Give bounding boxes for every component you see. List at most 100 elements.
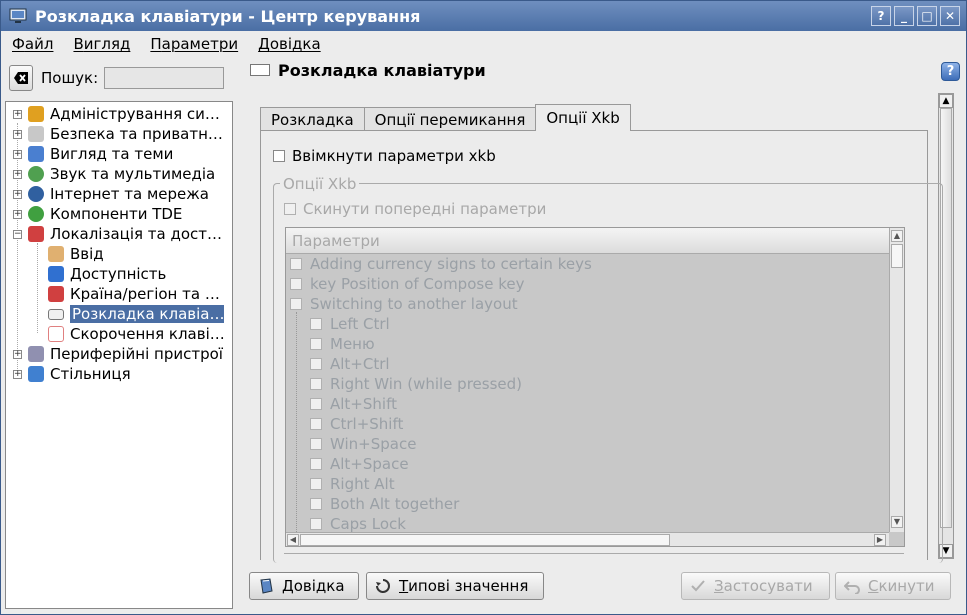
tree-item-localization[interactable]: − Локалізація та дост… xyxy=(13,224,222,244)
option-label: Right Alt xyxy=(330,475,395,493)
list-item[interactable]: Switching to another layout xyxy=(290,294,518,314)
list-item[interactable]: Adding currency signs to certain keys xyxy=(290,254,592,274)
help-window-button[interactable]: ? xyxy=(871,6,891,26)
title-bar[interactable]: Розкладка клавіатури - Центр керування ?… xyxy=(1,1,966,31)
collapse-icon[interactable]: − xyxy=(13,229,22,239)
defaults-button-label: Типові значення xyxy=(399,577,529,595)
list-item[interactable]: Alt+Ctrl xyxy=(310,354,390,374)
scroll-up-arrow[interactable]: ▲ xyxy=(891,230,903,242)
checkbox[interactable] xyxy=(290,298,302,310)
checkbox[interactable] xyxy=(310,398,322,410)
menu-settings[interactable]: Параметри xyxy=(139,35,247,53)
checkbox[interactable] xyxy=(310,458,322,470)
apply-button[interactable]: Застосувати xyxy=(681,572,830,600)
reset-button-label: Скинути xyxy=(868,577,935,595)
scroll-down-arrow[interactable]: ▼ xyxy=(891,516,903,528)
list-vertical-scrollbar[interactable]: ▲ ▼ xyxy=(889,228,904,532)
enable-xkb-checkbox[interactable]: Ввімкнути параметри xkb xyxy=(273,147,496,165)
undo-icon xyxy=(844,581,860,594)
scroll-right-arrow[interactable]: ▶ xyxy=(874,534,886,546)
tree-item-label: Адміністрування си… xyxy=(50,105,220,123)
checkbox[interactable] xyxy=(290,278,302,290)
option-label: Adding currency signs to certain keys xyxy=(310,255,592,273)
menu-help[interactable]: Довідка xyxy=(247,35,330,53)
reset-old-options-label: Скинути попередні параметри xyxy=(303,200,547,218)
tree-item-label: Стільниця xyxy=(50,365,131,383)
checkbox[interactable] xyxy=(310,518,322,530)
scroll-thumb[interactable] xyxy=(891,244,903,268)
expand-icon[interactable]: + xyxy=(13,189,22,199)
list-item[interactable]: Caps Lock xyxy=(310,514,406,534)
tree-item-keyboard-shortcuts[interactable]: Скорочення клаві… xyxy=(48,324,225,344)
clear-search-button[interactable] xyxy=(9,65,33,91)
checkbox[interactable] xyxy=(310,438,322,450)
scroll-up-arrow[interactable]: ▲ xyxy=(939,94,953,108)
expand-icon[interactable]: + xyxy=(13,129,22,139)
tab-xkb-options[interactable]: Опції Xkb xyxy=(535,104,631,131)
menu-file[interactable]: Файл xyxy=(1,35,62,53)
system-admin-icon xyxy=(28,106,44,122)
appearance-icon xyxy=(28,146,44,162)
tree-item-input[interactable]: Ввід xyxy=(48,244,104,264)
checkbox[interactable] xyxy=(310,418,322,430)
list-item[interactable]: Right Win (while pressed) xyxy=(310,374,522,394)
tree-item-country-region[interactable]: Країна/регіон та … xyxy=(48,284,220,304)
tree-item-peripherals[interactable]: + Периферійні пристрої xyxy=(13,344,223,364)
tree-item-internet[interactable]: + Інтернет та мережа xyxy=(13,184,209,204)
tree-guide-line xyxy=(37,243,38,333)
list-item[interactable]: Both Alt together xyxy=(310,494,459,514)
close-button[interactable]: ✕ xyxy=(940,6,960,26)
input-icon xyxy=(48,246,64,262)
scroll-thumb[interactable] xyxy=(300,534,670,546)
list-item[interactable]: Меню xyxy=(310,334,375,354)
minimize-button[interactable]: _ xyxy=(894,6,914,26)
reset-old-options-checkbox[interactable]: Скинути попередні параметри xyxy=(284,200,546,218)
list-item[interactable]: Ctrl+Shift xyxy=(310,414,403,434)
expand-icon[interactable]: + xyxy=(13,149,22,159)
expand-icon[interactable]: + xyxy=(13,369,22,379)
defaults-icon xyxy=(376,579,390,593)
help-icon[interactable]: ? xyxy=(941,62,960,81)
tree-item-accessibility[interactable]: Доступність xyxy=(48,264,166,284)
tree-item-sound[interactable]: + Звук та мультимедіа xyxy=(13,164,215,184)
tree-item-tde-components[interactable]: + Компоненти TDE xyxy=(13,204,182,224)
help-button[interactable]: Довідка xyxy=(249,572,359,600)
tree-item-appearance[interactable]: + Вигляд та теми xyxy=(13,144,173,164)
checkbox[interactable] xyxy=(310,318,322,330)
list-item[interactable]: Win+Space xyxy=(310,434,416,454)
list-header[interactable]: Параметри xyxy=(286,228,889,254)
tab-layout[interactable]: Розкладка xyxy=(260,107,365,131)
list-item[interactable]: Left Ctrl xyxy=(310,314,390,334)
checkbox[interactable] xyxy=(310,358,322,370)
list-item[interactable]: Right Alt xyxy=(310,474,395,494)
checkbox[interactable] xyxy=(284,203,296,215)
list-horizontal-scrollbar[interactable]: ◀ ▶ xyxy=(286,532,889,546)
list-item[interactable]: Alt+Shift xyxy=(310,394,397,414)
checkbox[interactable] xyxy=(310,498,322,510)
checkbox[interactable] xyxy=(290,258,302,270)
tree-item-security[interactable]: + Безпека та приватн… xyxy=(13,124,223,144)
reset-button[interactable]: Скинути xyxy=(835,572,951,600)
tab-switching-options[interactable]: Опції перемикання xyxy=(363,107,537,131)
expand-icon[interactable]: + xyxy=(13,169,22,179)
list-item[interactable]: Alt+Space xyxy=(310,454,409,474)
list-item[interactable]: key Position of Compose key xyxy=(290,274,524,294)
scroll-left-arrow[interactable]: ◀ xyxy=(287,534,299,546)
search-input[interactable] xyxy=(104,67,225,89)
maximize-button[interactable]: □ xyxy=(917,6,937,26)
menu-view[interactable]: Вигляд xyxy=(62,35,139,53)
checkbox[interactable] xyxy=(310,478,322,490)
sound-icon xyxy=(28,166,44,182)
expand-icon[interactable]: + xyxy=(13,109,22,119)
checkbox[interactable] xyxy=(310,338,322,350)
option-label: Меню xyxy=(330,335,375,353)
tree-item-keyboard-layout[interactable]: Розкладка клавіа… xyxy=(48,304,224,324)
tree-item-system-admin[interactable]: + Адміністрування си… xyxy=(13,104,220,124)
expand-icon[interactable]: + xyxy=(13,349,22,359)
tree-item-desktop[interactable]: + Стільниця xyxy=(13,364,131,384)
checkbox[interactable] xyxy=(273,150,285,162)
checkbox[interactable] xyxy=(310,378,322,390)
option-label: Alt+Shift xyxy=(330,395,397,413)
expand-icon[interactable]: + xyxy=(13,209,22,219)
defaults-button[interactable]: Типові значення xyxy=(366,572,544,600)
